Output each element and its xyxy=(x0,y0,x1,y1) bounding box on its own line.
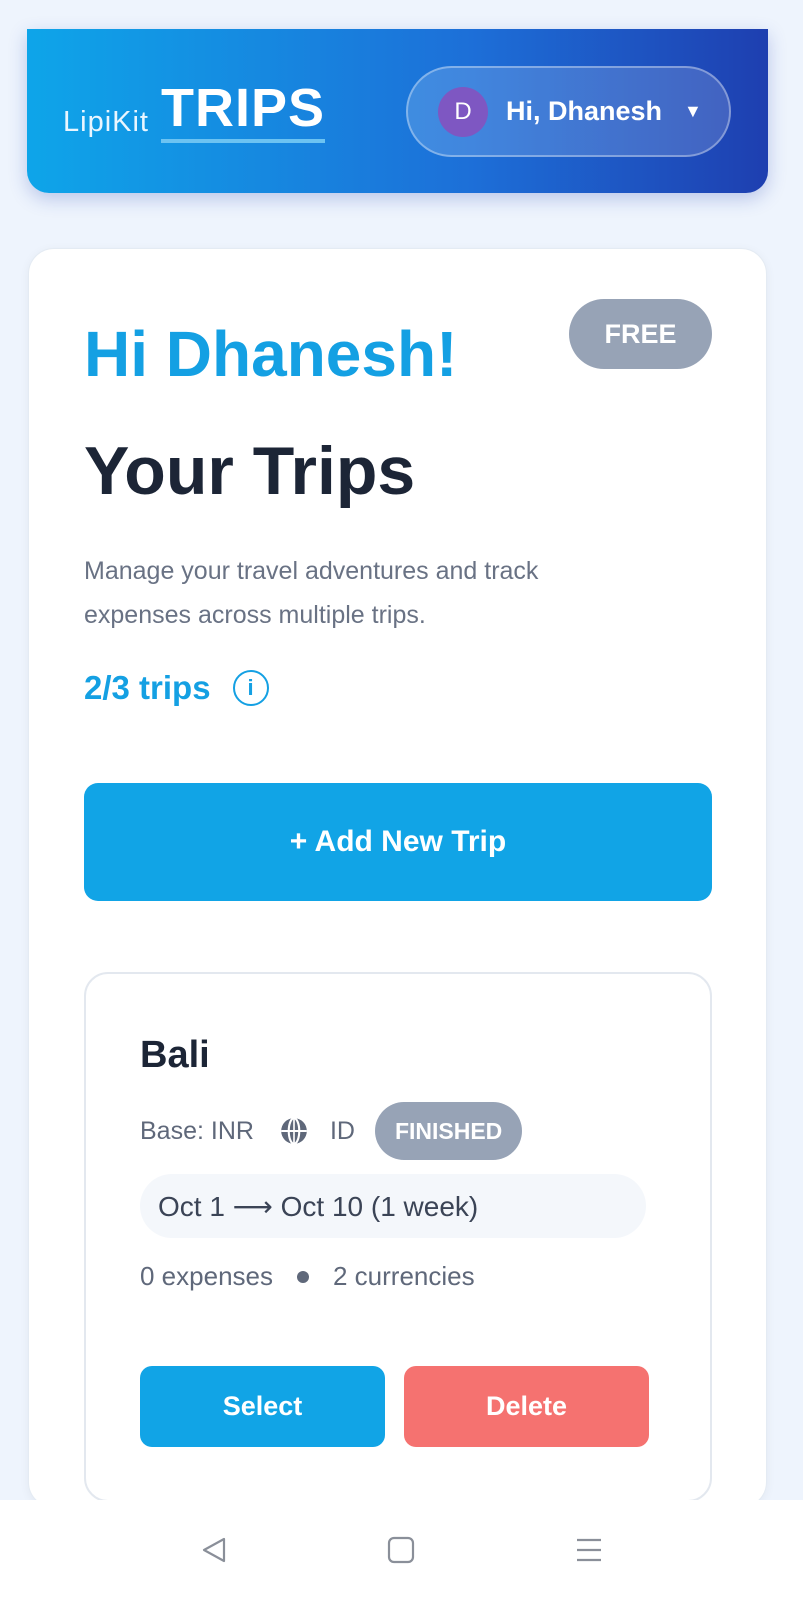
expense-count: 0 expenses xyxy=(140,1261,273,1291)
plan-badge: FREE xyxy=(569,299,712,369)
welcome-heading: Hi Dhanesh! xyxy=(84,318,458,390)
select-trip-button[interactable]: Select xyxy=(140,1366,385,1447)
trips-panel: FREE Hi Dhanesh! Your Trips Manage your … xyxy=(28,248,767,1508)
user-menu-button[interactable]: D Hi, Dhanesh ▼ xyxy=(406,66,731,157)
trip-country-code: ID xyxy=(329,1116,355,1145)
trip-card: Bali Base: INR ID FINISHED Oct 1 ⟶ Oct 1… xyxy=(84,972,712,1502)
home-square-icon[interactable] xyxy=(371,1520,431,1580)
brand-name-small: LipiKit xyxy=(63,106,149,138)
separator-dot xyxy=(296,1270,309,1283)
trip-count-label: 2/3 trips xyxy=(84,669,211,706)
trip-base-currency: Base: INR xyxy=(140,1116,254,1145)
globe-icon xyxy=(281,1117,307,1145)
user-greeting: Hi, Dhanesh xyxy=(506,96,663,126)
status-badge: FINISHED xyxy=(374,1102,523,1160)
app-page: LipiKit TRIPS D Hi, Dhanesh ▼ FREE Hi Dh… xyxy=(0,0,803,1600)
delete-trip-button[interactable]: Delete xyxy=(404,1366,649,1447)
trip-meta: Base: INR ID FINISHED xyxy=(140,1102,523,1160)
app-header: LipiKit TRIPS D Hi, Dhanesh ▼ xyxy=(27,29,768,193)
brand-name-big: TRIPS xyxy=(161,81,326,143)
brand-logo[interactable]: LipiKit TRIPS xyxy=(63,81,326,143)
page-title: Your Trips xyxy=(84,433,416,509)
info-icon[interactable]: i xyxy=(232,670,269,706)
trip-stats: 0 expenses 2 currencies xyxy=(140,1261,475,1292)
add-new-trip-button[interactable]: + Add New Trip xyxy=(84,783,712,901)
back-triangle-icon[interactable] xyxy=(184,1520,244,1580)
page-description: Manage your travel adventures and track … xyxy=(84,557,539,629)
trip-dates: Oct 1 ⟶ Oct 10 (1 week) xyxy=(140,1174,646,1238)
system-nav-bar xyxy=(0,1500,803,1600)
currency-count: 2 currencies xyxy=(332,1261,475,1291)
chevron-down-icon: ▼ xyxy=(684,101,702,121)
avatar: D xyxy=(438,86,488,137)
trip-name: Bali xyxy=(140,1034,210,1076)
trip-count: 2/3 trips i xyxy=(84,669,269,707)
menu-lines-icon[interactable] xyxy=(559,1520,619,1580)
